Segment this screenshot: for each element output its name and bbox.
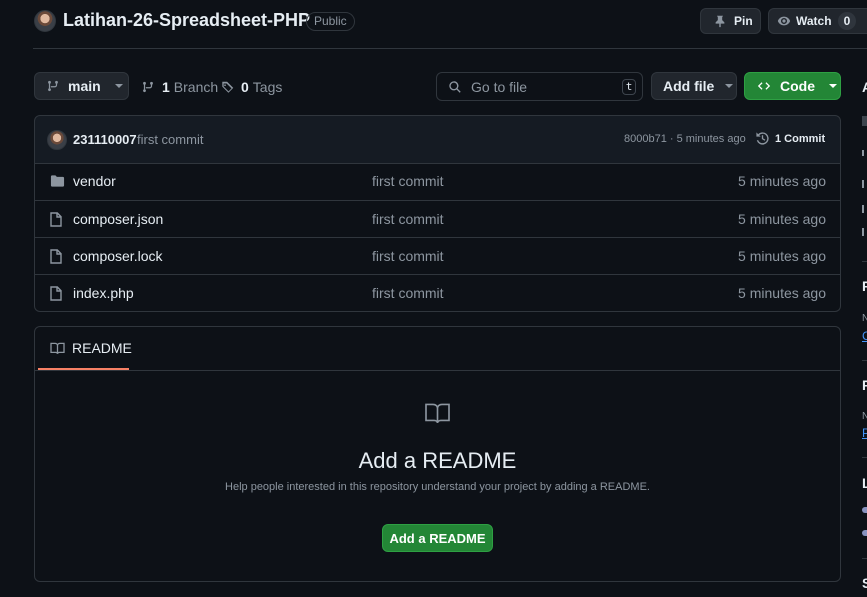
history-icon	[755, 131, 770, 146]
packages-heading: P	[862, 377, 867, 393]
file-name[interactable]: composer.lock	[73, 248, 162, 264]
commit-count: 1 Commit	[775, 132, 826, 145]
file-commit-message[interactable]: first commit	[372, 248, 444, 264]
owner-avatar[interactable]	[34, 10, 56, 32]
file-icon	[50, 249, 62, 264]
packages-note: N	[862, 411, 867, 422]
watch-count: 0	[837, 12, 857, 30]
commits-history-link[interactable]: 1 Commit	[755, 131, 825, 146]
latest-commit-bar: 231110007 first commit 8000b71 · 5 minut…	[34, 115, 841, 164]
chevron-down-icon	[114, 84, 123, 88]
file-row-composer-json[interactable]: composer.json first commit 5 minutes ago	[35, 200, 840, 237]
languages-heading: L	[862, 475, 867, 491]
commit-author[interactable]: 231110007	[73, 132, 137, 147]
file-commit-message[interactable]: first commit	[372, 173, 444, 189]
book-icon	[423, 402, 452, 425]
about-heading: A	[862, 79, 867, 95]
sidebar-icon-fragment	[862, 180, 867, 188]
file-commit-time: 5 minutes ago	[738, 248, 826, 264]
tags-link[interactable]: 0 Tags	[221, 79, 282, 95]
code-label: Code	[780, 78, 815, 94]
branch-icon	[46, 79, 60, 93]
code-icon	[756, 79, 772, 93]
search-icon	[448, 80, 462, 94]
readme-empty-title: Add a README	[358, 448, 517, 473]
branch-name: main	[68, 78, 101, 94]
search-shortcut-key: t	[622, 79, 636, 95]
releases-link[interactable]: C	[862, 329, 867, 343]
add-readme-button[interactable]: Add a README	[382, 524, 493, 552]
branch-count-label: Branch	[173, 79, 219, 95]
file-commit-message[interactable]: first commit	[372, 285, 444, 301]
sidebar-divider	[862, 360, 867, 361]
commit-author-avatar[interactable]	[47, 130, 67, 150]
releases-heading: R	[862, 278, 867, 294]
repo-name[interactable]: Latihan-26-Spreadsheet-PHP	[63, 10, 310, 31]
go-to-file-search[interactable]: Go to file t	[436, 72, 643, 101]
pin-button[interactable]: Pin	[700, 8, 761, 34]
branch-selector[interactable]: main	[34, 72, 129, 100]
readme-divider	[35, 370, 840, 371]
book-icon	[50, 342, 65, 355]
packages-link[interactable]: P	[862, 426, 867, 440]
file-icon	[50, 286, 62, 301]
suggested-heading: S	[862, 575, 867, 591]
sidebar-divider	[862, 261, 867, 262]
sidebar-divider	[862, 558, 867, 559]
file-commit-message[interactable]: first commit	[372, 211, 444, 227]
file-row-vendor[interactable]: vendor first commit 5 minutes ago	[35, 163, 840, 200]
search-placeholder: Go to file	[471, 78, 528, 95]
eye-icon	[777, 14, 791, 28]
code-button[interactable]: Code	[744, 72, 841, 100]
file-commit-time: 5 minutes ago	[738, 211, 826, 227]
language-dot	[862, 530, 867, 536]
chevron-down-icon	[829, 84, 837, 88]
file-commit-time: 5 minutes ago	[738, 285, 826, 301]
file-name[interactable]: composer.json	[73, 211, 163, 227]
chevron-down-icon	[725, 84, 734, 88]
file-list: vendor first commit 5 minutes ago compos…	[34, 163, 841, 312]
readme-empty-description: Help people interested in this repositor…	[225, 481, 650, 493]
file-commit-time: 5 minutes ago	[738, 173, 826, 189]
sidebar-fragment	[862, 116, 867, 126]
tag-count-label: Tags	[252, 79, 283, 95]
branches-link[interactable]: 1 Branch	[141, 79, 218, 95]
visibility-badge: Public	[306, 12, 355, 31]
folder-icon	[50, 174, 65, 188]
sidebar-divider	[862, 457, 867, 458]
watch-button[interactable]: Watch 0	[768, 8, 867, 34]
add-file-button[interactable]: Add file	[651, 72, 737, 100]
file-row-index-php[interactable]: index.php first commit 5 minutes ago	[35, 274, 840, 311]
language-dot	[862, 507, 867, 513]
watch-label: Watch	[796, 14, 832, 28]
tag-icon	[221, 80, 235, 94]
commit-message[interactable]: first commit	[137, 132, 203, 147]
header-divider	[33, 48, 867, 49]
sidebar-icon-fragment	[862, 150, 867, 156]
pin-icon	[713, 14, 727, 28]
file-icon	[50, 212, 62, 227]
branch-icon	[141, 80, 155, 94]
branch-count: 1	[162, 79, 170, 95]
file-name[interactable]: vendor	[73, 173, 116, 189]
file-name[interactable]: index.php	[73, 285, 134, 301]
file-row-composer-lock[interactable]: composer.lock first commit 5 minutes ago	[35, 237, 840, 274]
releases-note: N	[862, 313, 867, 324]
sidebar-icon-fragment	[862, 228, 867, 236]
commit-hash-time[interactable]: 8000b71 · 5 minutes ago	[624, 133, 746, 145]
sidebar-icon-fragment	[862, 205, 867, 213]
add-file-label: Add file	[663, 78, 715, 94]
readme-tab-label: README	[72, 340, 132, 356]
tab-readme[interactable]: README	[38, 328, 132, 370]
tag-count: 0	[241, 79, 249, 95]
pin-label: Pin	[734, 14, 753, 28]
